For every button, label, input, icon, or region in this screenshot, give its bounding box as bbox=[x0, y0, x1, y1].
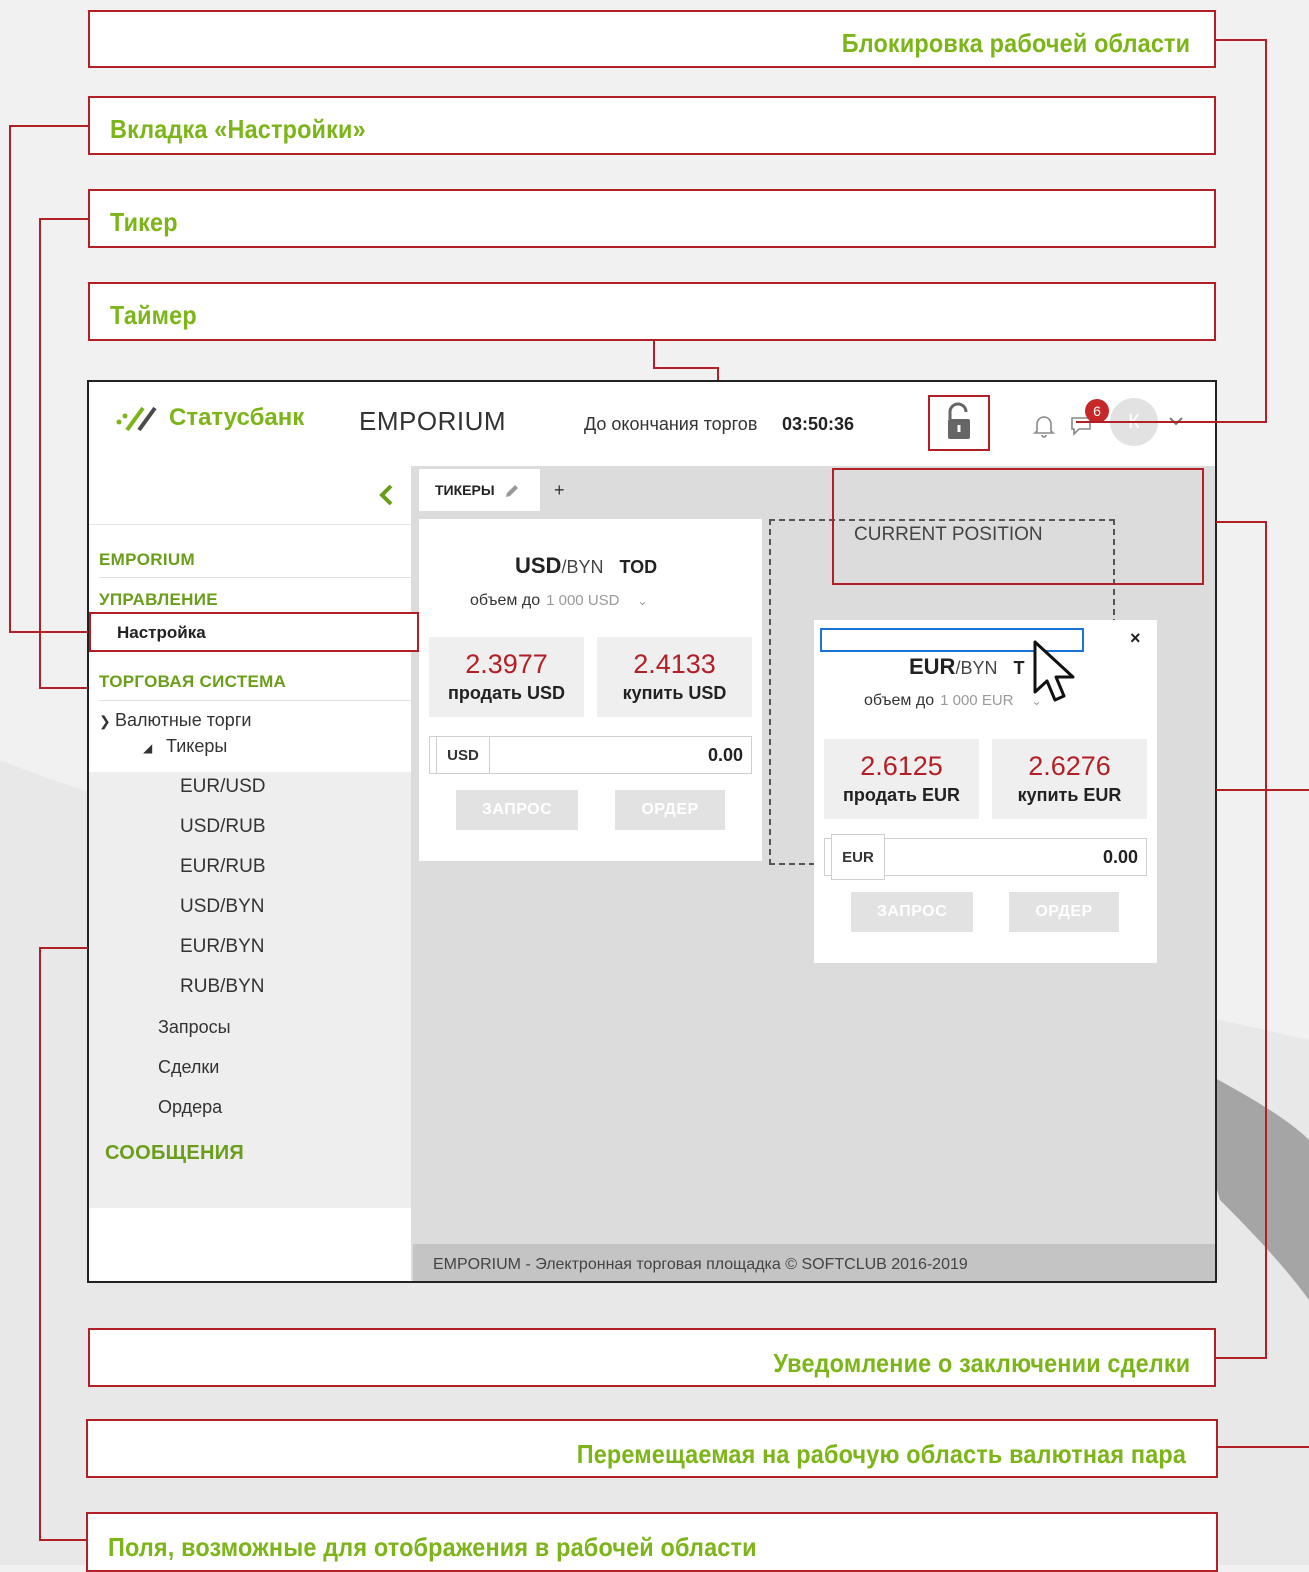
sidebar-ticker-item[interactable]: RUB/BYN bbox=[180, 976, 264, 998]
buy-price: 2.6276 bbox=[1028, 751, 1111, 781]
sell-price: 2.3977 bbox=[465, 649, 548, 679]
callout-ticker-text: Тикер bbox=[110, 207, 178, 237]
callout-fields-text: Поля, возможные для отображения в рабоче… bbox=[108, 1532, 757, 1562]
volume-label: объем до bbox=[864, 692, 935, 709]
pair-title: EUR/BYN T bbox=[909, 654, 1024, 680]
app-window: Статусбанк EMPORIUM До окончания торгов … bbox=[87, 380, 1217, 1283]
sidebar-section-trading[interactable]: ТОРГОВАЯ СИСТЕМА bbox=[99, 672, 286, 692]
request-button[interactable]: ЗАПРОС bbox=[851, 892, 973, 932]
amount-value: 0.00 bbox=[1102, 847, 1138, 867]
buy-button[interactable]: 2.4133 купить USD bbox=[597, 637, 752, 717]
sidebar-item-requests[interactable]: Запросы bbox=[158, 1017, 231, 1038]
sidebar-item-settings[interactable]: Настройка bbox=[89, 612, 419, 652]
sidebar-item-deals[interactable]: Сделки bbox=[158, 1057, 219, 1078]
sidebar-item-orders[interactable]: Ордера bbox=[158, 1097, 222, 1118]
bank-logo-text: Статусбанк bbox=[169, 404, 305, 431]
close-icon[interactable]: × bbox=[1130, 628, 1141, 649]
volume-value: 1 000 EUR bbox=[940, 692, 1014, 709]
collapse-sidebar-icon[interactable] bbox=[375, 482, 397, 508]
sell-price: 2.6125 bbox=[860, 751, 943, 781]
volume-value: 1 000 USD bbox=[546, 592, 620, 609]
ticker-card-usd: USD/BYN TOD объем до 1 000 USD ⌄ 2.3977 про… bbox=[419, 519, 762, 861]
sidebar-section-messages[interactable]: СООБЩЕНИЯ bbox=[105, 1142, 244, 1165]
sidebar-ticker-item[interactable]: EUR/USD bbox=[180, 776, 266, 798]
callout-timer-text: Таймер bbox=[110, 300, 197, 330]
tab-tickers[interactable]: ТИКЕРЫ bbox=[419, 469, 540, 511]
callout-ticker: Тикер bbox=[88, 189, 1216, 248]
pair-title: USD/BYN TOD bbox=[515, 553, 657, 579]
currency-label: EUR bbox=[831, 834, 885, 880]
order-button[interactable]: ОРДЕР bbox=[615, 790, 725, 830]
footer: EMPORIUM - Электронная торговая площадка… bbox=[413, 1244, 1215, 1281]
pair-term: TOD bbox=[619, 557, 658, 577]
tab-tickers-label: ТИКЕРЫ bbox=[435, 482, 495, 498]
callout-deal-text: Уведомление о заключении сделки bbox=[772, 1348, 1190, 1378]
volume-selector[interactable]: объем до 1 000 USD ⌄ bbox=[470, 592, 648, 610]
bell-icon[interactable] bbox=[1031, 412, 1057, 438]
mouse-cursor-icon bbox=[1033, 640, 1075, 702]
amount-value: 0.00 bbox=[707, 745, 743, 765]
chevron-down-icon[interactable] bbox=[1167, 414, 1185, 428]
add-tab-button[interactable]: + bbox=[554, 480, 565, 501]
pair-quote: /BYN bbox=[561, 557, 604, 577]
chevron-down-icon: ⌄ bbox=[637, 594, 648, 608]
callout-lock: Блокировка рабочей области bbox=[88, 10, 1216, 68]
buy-price: 2.4133 bbox=[633, 649, 716, 679]
app-name: EMPORIUM bbox=[359, 406, 506, 436]
pair-base: USD bbox=[515, 553, 562, 578]
sell-button[interactable]: 2.3977 продать USD bbox=[429, 637, 584, 717]
triangle-down-icon[interactable]: ◢ bbox=[143, 741, 152, 755]
amount-input[interactable]: EUR 0.00 bbox=[824, 834, 1147, 880]
sidebar-section-management[interactable]: УПРАВЛЕНИЕ bbox=[99, 590, 218, 610]
timer-label: До окончания торгов bbox=[584, 414, 758, 434]
top-bar: Статусбанк EMPORIUM До окончания торгов … bbox=[89, 382, 1215, 466]
pair-term: T bbox=[1013, 658, 1025, 678]
unlock-icon bbox=[948, 402, 970, 439]
buy-label: купить EUR bbox=[1017, 785, 1122, 805]
sidebar-section-emporium[interactable]: EMPORIUM bbox=[99, 550, 195, 570]
volume-selector[interactable]: объем до 1 000 EUR ⌄ bbox=[864, 692, 1042, 710]
callout-deal-notice: Уведомление о заключении сделки bbox=[88, 1328, 1216, 1387]
sidebar-toolbar bbox=[89, 466, 411, 525]
divider bbox=[99, 700, 411, 701]
request-button[interactable]: ЗАПРОС bbox=[456, 790, 578, 830]
sell-label: продать EUR bbox=[843, 785, 960, 805]
sidebar-ticker-item[interactable]: EUR/RUB bbox=[180, 856, 266, 878]
callout-lock-text: Блокировка рабочей области bbox=[841, 28, 1190, 58]
sidebar-ticker-item[interactable]: USD/BYN bbox=[180, 896, 264, 918]
sidebar-ticker-item[interactable]: USD/RUB bbox=[180, 816, 266, 838]
buy-button[interactable]: 2.6276 купить EUR bbox=[992, 739, 1147, 819]
amount-input[interactable]: USD 0.00 bbox=[429, 736, 752, 774]
currency-label: USD bbox=[436, 736, 490, 774]
sell-label: продать USD bbox=[448, 683, 565, 703]
notification-badge: 6 bbox=[1085, 399, 1109, 423]
sidebar-item-settings-label: Настройка bbox=[117, 623, 206, 642]
order-button[interactable]: ОРДЕР bbox=[1009, 892, 1119, 932]
lock-button[interactable] bbox=[928, 395, 990, 451]
volume-label: объем до bbox=[470, 592, 541, 609]
deal-notice-highlight bbox=[832, 468, 1204, 585]
sidebar: EMPORIUM УПРАВЛЕНИЕ Настройка ТОРГОВАЯ С… bbox=[89, 466, 419, 1281]
sidebar-ticker-item[interactable]: EUR/BYN bbox=[180, 936, 264, 958]
callout-fields: Поля, возможные для отображения в рабоче… bbox=[86, 1512, 1218, 1572]
pair-base: EUR bbox=[909, 654, 956, 679]
callout-timer: Таймер bbox=[88, 282, 1216, 341]
avatar[interactable]: К bbox=[1110, 398, 1158, 446]
sell-button[interactable]: 2.6125 продать EUR bbox=[824, 739, 979, 819]
timer-value: 03:50:36 bbox=[782, 414, 855, 434]
sidebar-item-tickers[interactable]: Тикеры bbox=[166, 736, 227, 757]
callout-settings-text: Вкладка «Настройки» bbox=[110, 114, 366, 144]
footer-text: EMPORIUM - Электронная торговая площадка… bbox=[433, 1256, 968, 1273]
pencil-icon[interactable] bbox=[503, 482, 521, 500]
pair-quote: /BYN bbox=[955, 658, 998, 678]
callout-movable-text: Перемещаемая на рабочую область валютная… bbox=[576, 1439, 1186, 1469]
divider bbox=[99, 577, 411, 578]
chevron-right-icon[interactable]: ❯ bbox=[99, 713, 111, 730]
sidebar-item-currency-trading[interactable]: Валютные торги bbox=[115, 710, 251, 731]
buy-label: купить USD bbox=[622, 683, 727, 703]
callout-movable-pair: Перемещаемая на рабочую область валютная… bbox=[86, 1419, 1218, 1478]
logo-icon bbox=[116, 406, 157, 432]
callout-settings-tab: Вкладка «Настройки» bbox=[88, 96, 1216, 155]
